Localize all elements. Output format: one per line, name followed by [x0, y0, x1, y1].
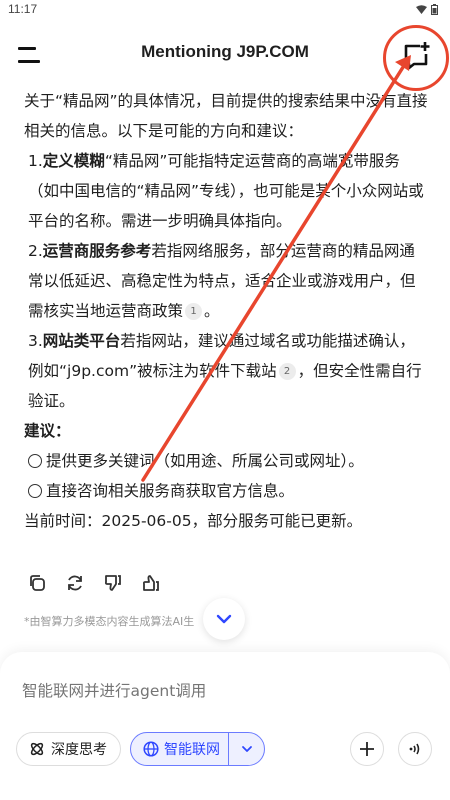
scroll-down-button[interactable]: [203, 598, 245, 640]
web-search-dropdown[interactable]: [229, 733, 264, 765]
answer-item-3: 3.网站类平台若指网站，建议通过域名或功能描述确认，例如“j9p.com”被标注…: [24, 326, 428, 416]
suggestion-label: 建议：: [24, 422, 71, 440]
item-number: 2.: [28, 242, 43, 260]
thumbs-down-icon: [104, 575, 121, 591]
suggestion-item: 提供更多关键词（如用途、所属公司或网址）。: [24, 446, 428, 476]
chevron-down-icon: [241, 746, 252, 752]
dislike-button[interactable]: [100, 570, 126, 596]
system-icons: [416, 4, 438, 15]
deep-think-label: 深度思考: [51, 742, 107, 758]
suggestion-item: 直接咨询相关服务商获取官方信息。: [24, 476, 428, 506]
web-search-chip: 智能联网: [130, 732, 265, 766]
answer-item-2: 2.运营商服务参考若指网络服务，部分运营商的精品网通常以低延迟、高稳定性为特点，…: [24, 236, 428, 326]
atom-icon: [30, 742, 44, 756]
like-button[interactable]: [138, 570, 164, 596]
status-time: 11:17: [8, 2, 38, 16]
item-heading: 定义模糊: [42, 152, 105, 170]
answer-item-1: 1.定义模糊“精品网”可能指特定运营商的高端宽带服务（如中国电信的“精品网”专线…: [24, 146, 428, 236]
answer-footer: 当前时间：2025-06-05，部分服务可能已更新。: [24, 512, 363, 530]
item-heading: 网站类平台: [42, 332, 121, 350]
answer-content: 关于“精品网”的具体情况，目前提供的搜索结果中没有直接相关的信息。以下是可能的方…: [24, 86, 428, 536]
web-search-toggle[interactable]: 智能联网: [131, 733, 228, 765]
answer-intro: 关于“精品网”的具体情况，目前提供的搜索结果中没有直接相关的信息。以下是可能的方…: [24, 92, 428, 140]
circle-bullet-icon: [28, 454, 42, 468]
item-number: 1.: [28, 152, 43, 170]
wifi-icon: [416, 5, 427, 14]
add-attachment-button[interactable]: [350, 732, 384, 766]
voice-input-button[interactable]: [398, 732, 432, 766]
item-heading: 运营商服务参考: [42, 242, 152, 260]
citation-badge[interactable]: 1: [185, 303, 203, 320]
circle-bullet-icon: [28, 484, 42, 498]
copy-button[interactable]: [24, 570, 50, 596]
deep-think-toggle[interactable]: 深度思考: [16, 732, 121, 766]
copy-icon: [30, 575, 45, 591]
message-input[interactable]: [22, 682, 422, 700]
citation-badge[interactable]: 2: [278, 363, 296, 380]
battery-icon: [431, 4, 438, 15]
answer-actions: [24, 570, 164, 596]
globe-icon: [143, 741, 159, 757]
status-bar: 11:17: [0, 0, 450, 20]
chevron-down-icon: [216, 614, 232, 624]
item-text-after: 。: [204, 302, 220, 320]
item-number: 3.: [28, 332, 43, 350]
composer-panel: 深度思考 智能联网: [0, 652, 450, 800]
sound-wave-icon: [409, 743, 420, 755]
plus-icon: [360, 742, 374, 756]
regenerate-button[interactable]: [62, 570, 88, 596]
refresh-icon: [68, 575, 82, 591]
annotation-circle: [383, 25, 449, 91]
thumbs-up-icon: [142, 575, 159, 591]
web-search-label: 智能联网: [164, 742, 220, 758]
ai-disclaimer: *由智算力多模态内容生成算法AI生: [24, 615, 195, 628]
